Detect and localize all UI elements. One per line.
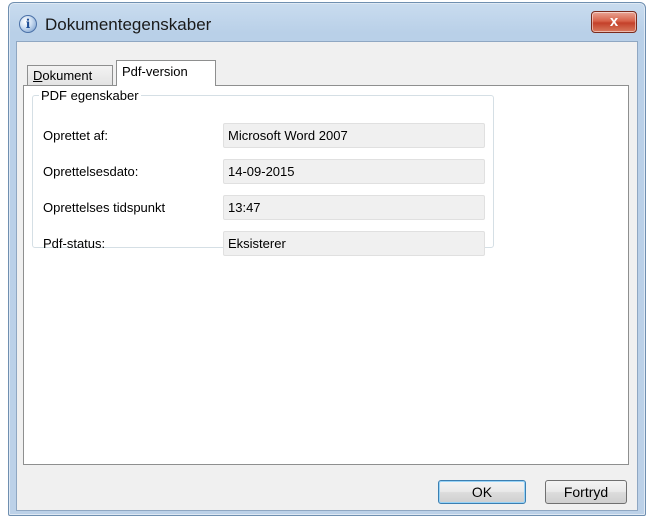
pdf-status-label: Pdf-status:: [43, 236, 106, 251]
created-by-label: Oprettet af:: [43, 128, 109, 143]
property-row-pdf-status: Pdf-status: Eksisterer: [33, 231, 493, 257]
created-date-field[interactable]: 14-09-2015: [223, 159, 485, 184]
tab-panel: PDF egenskaber Oprettet af: Microsoft Wo…: [23, 85, 629, 465]
created-time-field[interactable]: 13:47: [223, 195, 485, 220]
cancel-button[interactable]: Fortryd: [545, 480, 627, 504]
tab-dokument-label: okument: [42, 68, 93, 83]
property-row-created-time: Oprettelses tidspunkt 13:47: [33, 195, 493, 221]
dialog-client-area: Dokument Pdf-version PDF egenskaber Opre…: [16, 41, 638, 511]
window-title: Dokumentegenskaber: [45, 15, 212, 34]
close-button[interactable]: x: [591, 11, 637, 33]
pdf-status-field[interactable]: Eksisterer: [223, 231, 485, 256]
tab-dokument[interactable]: Dokument: [27, 65, 113, 85]
dialog-window: i Dokumentegenskaber x Dokument Pdf-vers…: [8, 2, 646, 516]
group-legend: PDF egenskaber: [41, 88, 139, 103]
tab-pdf-version[interactable]: Pdf-version: [116, 60, 216, 86]
property-row-created-date: Oprettelsesdato: 14-09-2015: [33, 159, 493, 185]
pdf-properties-group: PDF egenskaber Oprettet af: Microsoft Wo…: [32, 88, 494, 256]
tab-pdf-version-label: Pdf-version: [122, 64, 188, 79]
info-icon: i: [19, 15, 37, 33]
ok-button[interactable]: OK: [438, 480, 526, 504]
close-icon: x: [609, 13, 619, 30]
title-bar[interactable]: i Dokumentegenskaber x: [9, 3, 645, 43]
property-row-created-by: Oprettet af: Microsoft Word 2007: [33, 123, 493, 149]
created-by-field[interactable]: Microsoft Word 2007: [223, 123, 485, 148]
tab-dokument-mnemonic: D: [33, 68, 43, 83]
created-date-label: Oprettelsesdato:: [43, 164, 139, 179]
created-time-label: Oprettelses tidspunkt: [43, 200, 166, 215]
